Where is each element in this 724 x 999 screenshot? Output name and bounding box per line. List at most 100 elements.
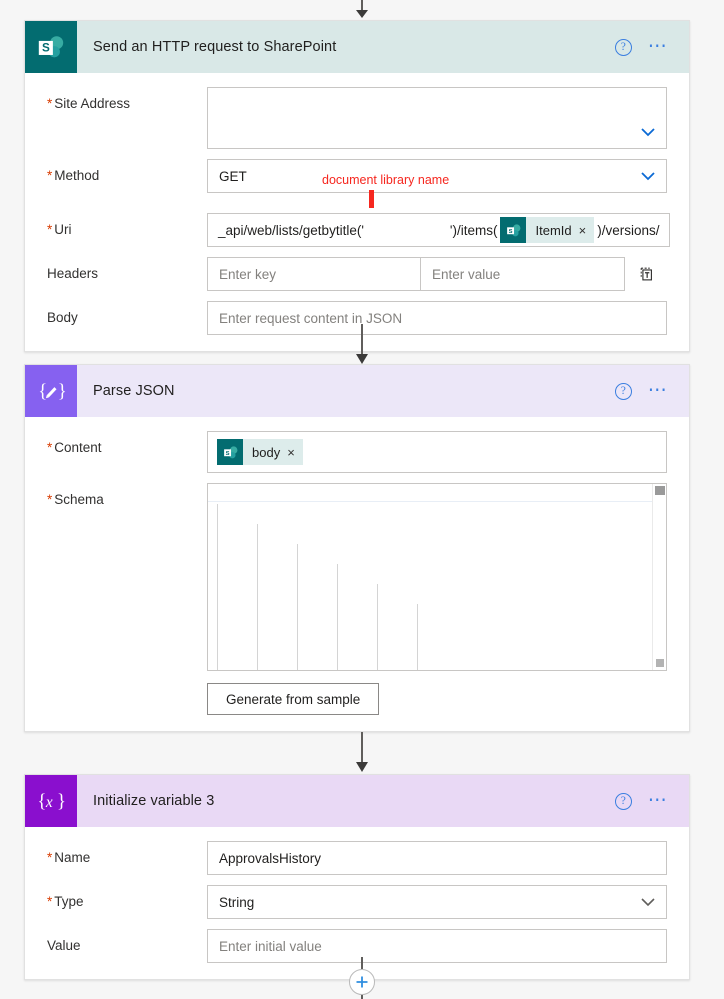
field-row-site-address: * Site Address — [47, 87, 667, 149]
schema-scrollbar[interactable] — [652, 484, 666, 670]
header-key-placeholder: Enter key — [219, 266, 277, 282]
schema-editor[interactable]: { "content": { "d": { "results": [ { "__… — [207, 483, 667, 671]
action-card-parse-json[interactable]: { } Parse JSON ? ⋯ * Content S body × * … — [24, 364, 690, 732]
required-asterisk: * — [47, 492, 53, 507]
svg-text:x: x — [45, 794, 53, 811]
uri-prefix-text: _api/web/lists/getbytitle(' — [218, 222, 364, 238]
card-body: * Name ApprovalsHistory * Type String Va… — [25, 827, 689, 979]
help-icon[interactable]: ? — [614, 382, 632, 400]
uri-middle-text: ')/items( — [449, 222, 498, 238]
more-options-icon[interactable]: ⋯ — [648, 791, 669, 810]
dynamic-content-token-body[interactable]: S body × — [217, 439, 303, 465]
body-label: Body — [47, 310, 78, 325]
required-asterisk: * — [47, 440, 53, 455]
scrollbar-resize-handle[interactable] — [656, 659, 664, 667]
card-body: * Content S body × * Schema Generate fro… — [25, 417, 689, 731]
dynamic-content-token-itemid[interactable]: S ItemId × — [500, 217, 595, 243]
switch-to-text-mode-icon[interactable] — [625, 257, 667, 291]
svg-text:S: S — [509, 228, 513, 234]
remove-token-icon[interactable]: × — [579, 223, 595, 238]
field-row-schema: *Schema { — [47, 483, 667, 715]
field-row-name: * Name ApprovalsHistory — [47, 841, 667, 875]
action-card-initialize-variable-3[interactable]: { x } Initialize variable 3 ? ⋯ * Name Ap… — [24, 774, 690, 980]
svg-text:}: } — [58, 381, 67, 402]
field-row-type: * Type String — [47, 885, 667, 919]
required-asterisk: * — [47, 222, 53, 237]
remove-token-icon[interactable]: × — [287, 445, 303, 460]
token-label: ItemId — [535, 222, 572, 238]
connector-arrow-2 — [0, 732, 724, 774]
card-title: Initialize variable 3 — [93, 793, 215, 809]
header-key-input[interactable]: Enter key — [207, 257, 420, 291]
variable-name-value: ApprovalsHistory — [219, 850, 322, 866]
field-row-headers: Headers Enter key Enter value — [47, 257, 667, 291]
help-icon[interactable]: ? — [614, 38, 632, 56]
content-input[interactable]: S body × — [207, 431, 667, 473]
headers-label: Headers — [47, 266, 99, 281]
uri-label: * Uri — [47, 222, 72, 237]
method-value: GET — [219, 168, 247, 184]
current-line-highlight — [208, 501, 652, 502]
card-header[interactable]: { x } Initialize variable 3 ? ⋯ — [25, 775, 689, 827]
plus-icon — [356, 976, 368, 988]
field-row-value: Value Enter initial value — [47, 929, 667, 963]
svg-text:}: } — [57, 791, 66, 812]
schema-label: * Schema — [47, 492, 104, 507]
site-address-label: * Site Address — [47, 96, 131, 111]
card-title: Send an HTTP request to SharePoint — [93, 39, 337, 55]
uri-suffix-text: )/versions/ — [597, 222, 660, 238]
sharepoint-icon: S — [500, 217, 527, 243]
annotation-pointer-bar — [369, 190, 374, 208]
parse-json-icon: { } — [25, 365, 77, 417]
content-label: * Content — [47, 440, 102, 455]
more-options-icon[interactable]: ⋯ — [648, 381, 669, 400]
connector-line-bottom-2 — [361, 995, 363, 999]
headers-key-value-row: Enter key Enter value — [207, 257, 667, 291]
uri-input[interactable]: _api/web/lists/getbytitle(' ')/items( S — [207, 213, 671, 247]
variable-value-input[interactable]: Enter initial value — [207, 929, 667, 963]
card-body: * Site Address * Method GET document lib… — [25, 73, 689, 351]
sharepoint-icon: S — [25, 21, 77, 73]
help-icon[interactable]: ? — [614, 792, 632, 810]
site-address-input[interactable] — [207, 87, 667, 149]
connector-line-bottom — [361, 957, 363, 969]
header-value-placeholder: Enter value — [432, 266, 501, 282]
flow-designer-canvas: S Send an HTTP request to SharePoint ? ⋯… — [0, 0, 724, 999]
field-row-uri: * Uri _api/web/lists/getbytitle(' ')/item… — [47, 213, 671, 247]
svg-text:{: { — [37, 791, 46, 812]
schema-editor-content[interactable]: { "content": { "d": { "results": [ { "__… — [208, 484, 652, 670]
svg-text:S: S — [225, 450, 229, 456]
svg-text:{: { — [38, 381, 47, 402]
card-header[interactable]: { } Parse JSON ? ⋯ — [25, 365, 689, 417]
required-asterisk: * — [47, 96, 53, 111]
name-label: * Name — [47, 850, 91, 865]
sharepoint-icon: S — [217, 439, 243, 465]
connector-arrow-1 — [0, 324, 724, 366]
value-label: Value — [47, 938, 81, 953]
required-asterisk: * — [47, 850, 53, 865]
header-value-input[interactable]: Enter value — [420, 257, 625, 291]
variable-name-input[interactable]: ApprovalsHistory — [207, 841, 667, 875]
add-new-step-button[interactable] — [349, 969, 375, 995]
required-asterisk: * — [47, 168, 53, 183]
annotation-document-library-name: document library name — [322, 173, 450, 187]
card-header-actions: ? ⋯ — [614, 381, 689, 400]
initialize-variable-icon: { x } — [25, 775, 77, 827]
connector-arrow-top — [0, 0, 724, 20]
action-card-send-http-request-to-sharepoint[interactable]: S Send an HTTP request to SharePoint ? ⋯… — [24, 20, 690, 352]
scrollbar-thumb[interactable] — [655, 486, 665, 495]
variable-type-select[interactable]: String — [207, 885, 667, 919]
type-label: * Type — [47, 894, 84, 909]
card-header[interactable]: S Send an HTTP request to SharePoint ? ⋯ — [25, 21, 689, 73]
more-options-icon[interactable]: ⋯ — [648, 37, 669, 56]
field-row-content: * Content S body × — [47, 431, 667, 473]
method-label: * Method — [47, 168, 100, 183]
card-header-actions: ? ⋯ — [614, 37, 689, 56]
variable-value-placeholder: Enter initial value — [219, 938, 322, 954]
token-label: body — [252, 444, 281, 460]
variable-type-value: String — [219, 894, 255, 910]
generate-from-sample-button[interactable]: Generate from sample — [207, 683, 380, 715]
card-title: Parse JSON — [93, 383, 175, 399]
svg-text:S: S — [42, 42, 50, 55]
required-asterisk: * — [47, 894, 53, 909]
